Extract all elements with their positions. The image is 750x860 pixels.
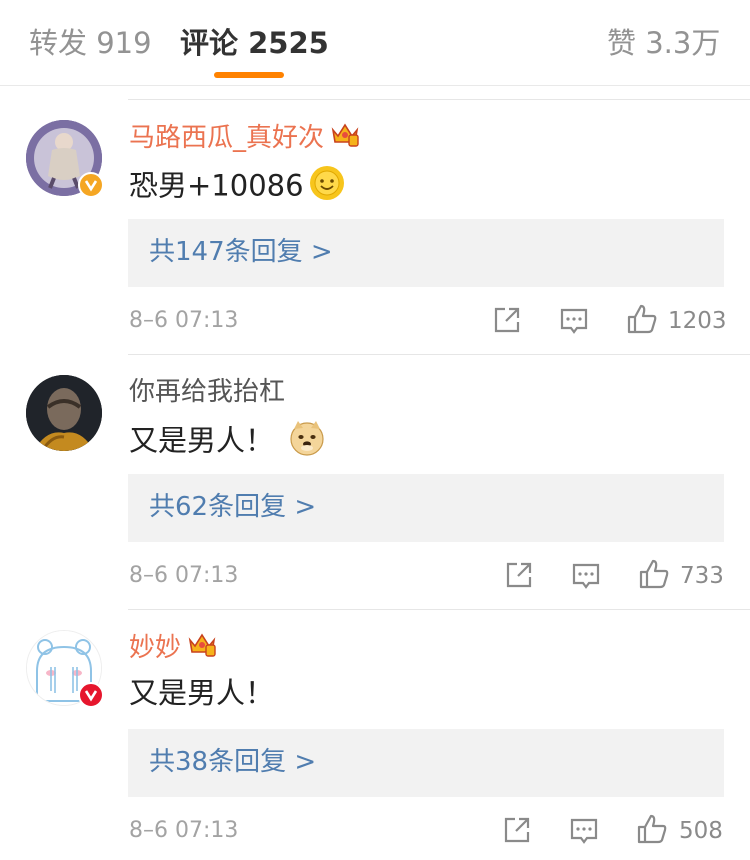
comment-icon[interactable] xyxy=(571,561,601,595)
tab-likes[interactable]: 赞 3.3万 xyxy=(607,24,720,62)
replies-link[interactable]: 共147条回复 > xyxy=(128,219,724,287)
comment-time: 8–6 07:13 xyxy=(129,563,239,588)
like-button[interactable] xyxy=(636,813,668,849)
username[interactable]: 你再给我抬杠 xyxy=(129,375,285,409)
username[interactable]: 妙妙 xyxy=(129,630,217,667)
comment-item: 妙妙 又是男人！ 共38条回复 > 8–6 07:13 508 xyxy=(0,610,750,860)
like-button[interactable] xyxy=(638,558,670,594)
comment-time: 8–6 07:13 xyxy=(129,818,239,843)
verified-badge-icon xyxy=(78,682,104,708)
replies-link[interactable]: 共38条回复 > xyxy=(128,729,724,797)
comment-text: 又是男人！ xyxy=(129,676,275,710)
thumbs-up-icon xyxy=(637,814,667,844)
comment-icon[interactable] xyxy=(559,306,589,340)
thumbs-up-icon xyxy=(627,304,657,334)
share-icon[interactable] xyxy=(502,815,532,849)
verified-badge-icon xyxy=(78,172,104,198)
comment-tab-bar: 转发 919 评论 2525 赞 3.3万 xyxy=(0,0,750,86)
tab-reposts[interactable]: 转发 919 xyxy=(29,24,152,62)
comment-item: 你再给我抬杠 又是男人！ 共62条回复 > 8–6 07:13 733 xyxy=(0,355,750,609)
like-count: 508 xyxy=(679,818,723,844)
comment-item: 马路西瓜_真好次 恐男+10086 共147条回复 > 8–6 07:13 12… xyxy=(0,100,750,354)
comment-icon[interactable] xyxy=(569,816,599,850)
like-count: 1203 xyxy=(668,308,727,334)
comment-text: 又是男人！ xyxy=(129,419,326,466)
comment-text: 恐男+10086 xyxy=(129,164,346,211)
comment-time: 8–6 07:13 xyxy=(129,308,239,333)
username[interactable]: 马路西瓜_真好次 xyxy=(129,120,360,157)
vip-crown-icon xyxy=(187,630,217,667)
tab-comments[interactable]: 评论 2525 xyxy=(180,24,329,62)
active-tab-indicator xyxy=(214,72,284,78)
like-button[interactable] xyxy=(626,303,658,339)
replies-link[interactable]: 共62条回复 > xyxy=(128,474,724,542)
share-icon[interactable] xyxy=(492,305,522,339)
share-icon[interactable] xyxy=(504,560,534,594)
avatar[interactable] xyxy=(26,375,102,451)
thumbs-up-icon xyxy=(639,559,669,589)
like-count: 733 xyxy=(680,563,724,589)
smile-emoji-icon xyxy=(308,164,346,211)
vip-crown-icon xyxy=(330,120,360,157)
doge-emoji-icon xyxy=(288,419,326,466)
